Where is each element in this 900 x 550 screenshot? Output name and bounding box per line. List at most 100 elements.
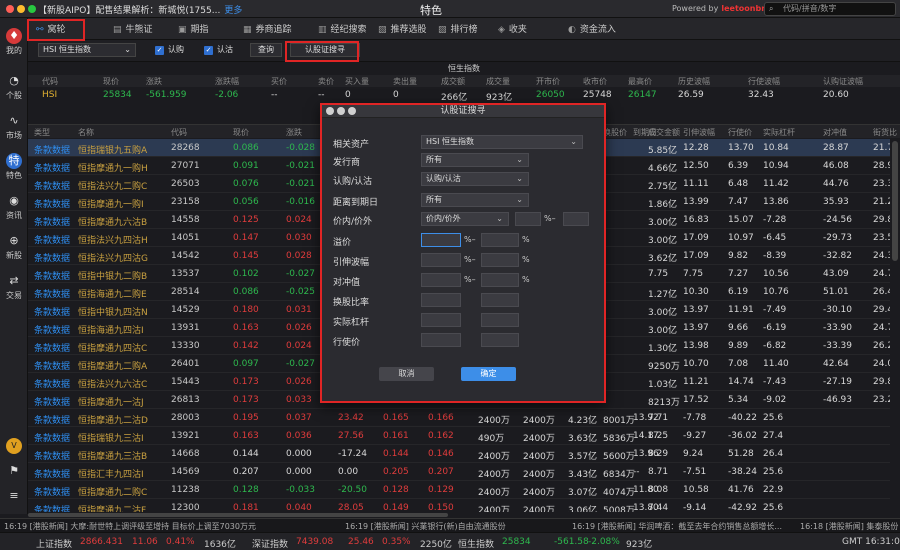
table-cell: 0.000 xyxy=(286,467,312,477)
underlying-header-row: 代码 现价 涨跌 涨跌幅 买价 卖价 买入量 卖出量 成交额 成交量 开市价 收市价 最高价 历史波幅 行使… xyxy=(28,75,900,87)
tab-8[interactable]: ◐ 资金流入 xyxy=(568,22,616,35)
search-input[interactable]: ⌕ 代码/拼音/数字 xyxy=(764,2,896,16)
dialog-minimize-button[interactable] xyxy=(337,107,345,115)
tab-3[interactable]: ▦ 券商追踪 xyxy=(243,22,292,35)
confirm-button[interactable]: 确定 xyxy=(461,367,516,381)
ticker-item[interactable]: 16:19 [港股新闻] 兴業银行(新)自由流通股份 xyxy=(345,521,506,532)
ticker-item[interactable]: 16:19 [港股新闻] 大摩:耐世特上调评级至增持 目标价上调至7030万元 xyxy=(4,521,256,532)
table-header-cell[interactable]: 代码 xyxy=(171,127,187,138)
app-window: 【新股AIPO】配售结果解析：新城悦(1755... 更多 特色 Powered … xyxy=(0,0,900,550)
notice-text[interactable]: 【新股AIPO】配售结果解析：新城悦(1755... xyxy=(38,6,220,16)
range-max-input[interactable] xyxy=(481,313,519,327)
scrollbar-thumb[interactable] xyxy=(28,513,448,517)
cancel-button[interactable]: 取消 xyxy=(379,367,434,381)
index-name[interactable]: 上证指数 xyxy=(36,537,72,550)
field-select[interactable]: HSI 恒生指数 ⌄ xyxy=(421,135,583,149)
range-min-input[interactable] xyxy=(421,313,461,327)
table-header-cell[interactable]: 涨跌 xyxy=(286,127,302,138)
tab-4[interactable]: ▥ 经纪搜索 xyxy=(318,22,367,35)
table-header-cell[interactable]: 实际杠杆 xyxy=(763,127,795,138)
sidebar-item-4[interactable]: ◉ 资讯 xyxy=(0,193,28,221)
call-checkbox[interactable]: ✓ 认购 xyxy=(155,44,184,55)
range-max-input[interactable] xyxy=(563,212,589,226)
table-header-cell[interactable]: 类型 xyxy=(34,127,50,138)
tab-6[interactable]: ▨ 排行榜 xyxy=(438,22,478,35)
sidebar-item-label: 我的 xyxy=(6,46,22,55)
range-max-input[interactable] xyxy=(481,333,519,347)
tab-1[interactable]: ▤ 牛熊证 xyxy=(113,22,153,35)
tab-5[interactable]: ▧ 推荐选股 xyxy=(378,22,427,35)
sidebar-item-1[interactable]: ◔ 个股 xyxy=(0,73,28,101)
index-name[interactable]: 深证指数 xyxy=(252,537,288,550)
field-select[interactable]: 所有 ⌄ xyxy=(421,153,529,167)
table-header-cell[interactable]: 成交金额 xyxy=(648,127,680,138)
field-select[interactable]: 所有 ⌄ xyxy=(421,193,529,207)
table-cell: 9.24 xyxy=(683,449,704,459)
close-window-button[interactable] xyxy=(6,5,14,13)
underlying-value-row[interactable]: HSI 25834 -561.959 -2.06 -- -- 0 0 266亿 923亿 26050… xyxy=(28,88,900,103)
range-max-input[interactable] xyxy=(481,293,519,307)
tab-icon: ▨ xyxy=(438,25,447,35)
index-name[interactable]: 恒生指数 xyxy=(458,537,494,550)
news-ticker[interactable]: 16:19 [港股新闻] 大摩:耐世特上调评级至增持 目标价上调至7030万元 1… xyxy=(0,518,900,532)
range-min-input[interactable] xyxy=(515,212,541,226)
tab-icon: ◈ xyxy=(498,25,505,35)
put-checkbox[interactable]: ✓ 认沽 xyxy=(204,44,233,55)
sidebar-item-0[interactable]: ♦ 我的 xyxy=(0,28,28,56)
range-min-input[interactable] xyxy=(421,273,461,287)
zoom-window-button[interactable] xyxy=(28,5,36,13)
warrant-screener-button[interactable]: 认股证搜寻 xyxy=(290,43,360,57)
sidebar-item-7[interactable]: V xyxy=(0,438,28,454)
table-cell: 29.4 xyxy=(873,305,890,315)
table-cell: -0.016 xyxy=(286,197,316,207)
table-cell: -36.02 xyxy=(728,431,758,441)
table-header-cell[interactable]: 对冲值 xyxy=(823,127,847,138)
table-header-cell[interactable]: 街货比 xyxy=(873,127,897,138)
ticker-item[interactable]: 16:19 [港股新闻] 华润啤酒：截至去年合约销售总额增长... xyxy=(572,521,782,532)
table-row[interactable]: 条款数据 恒指摩通九二沽D 28003 0.195 0.037 23.42 0.165 0.1… xyxy=(28,409,890,427)
vertical-scrollbar[interactable] xyxy=(890,139,900,517)
range-max-input[interactable] xyxy=(481,253,519,267)
field-select[interactable]: 价内/价外 ⌄ xyxy=(421,212,509,226)
sidebar-item-5[interactable]: ⊕ 新股 xyxy=(0,233,28,261)
range-min-input[interactable] xyxy=(421,253,461,267)
table-row[interactable]: 条款数据 恒指摩通九三沽B 14668 0.144 0.000 -17.24 0.144 0.… xyxy=(28,445,890,463)
minimize-window-button[interactable] xyxy=(17,5,25,13)
table-cell: -32.82 xyxy=(823,251,853,261)
sidebar-item-3[interactable]: 特特色 xyxy=(0,153,28,181)
table-row[interactable]: 条款数据 恒指摩通九二购C 11238 0.128 -0.033 -20.50 0.128 0… xyxy=(28,481,890,499)
query-button[interactable]: 查询 xyxy=(250,43,282,57)
tab-7[interactable]: ◈ 收夹 xyxy=(498,22,527,35)
sidebar-item-8[interactable]: ⚑ xyxy=(0,463,28,479)
table-header-cell[interactable]: 引伸波幅 xyxy=(683,127,715,138)
table-row[interactable]: 条款数据 恒指汇丰九四沽I 14569 0.207 0.000 0.00 0.205 0.20… xyxy=(28,463,890,481)
table-header-cell[interactable]: 名称 xyxy=(78,127,94,138)
dialog-close-button[interactable] xyxy=(326,107,334,115)
table-header-cell[interactable]: 现价 xyxy=(233,127,249,138)
sidebar-item-9[interactable]: ≡ xyxy=(0,488,28,504)
dialog-zoom-button[interactable] xyxy=(348,107,356,115)
range-max-input[interactable] xyxy=(481,233,519,247)
table-header-cell[interactable]: 换股价 xyxy=(603,127,627,138)
tab-0[interactable]: ⚯ 窝轮 xyxy=(36,22,66,35)
notice-banner[interactable]: 【新股AIPO】配售结果解析：新城悦(1755... 更多 xyxy=(38,3,242,16)
ticker-item[interactable]: 16:18 [港股新闻] 集泰股份 xyxy=(800,521,898,532)
sidebar-item-6[interactable]: ⇄ 交易 xyxy=(0,273,28,301)
table-row[interactable]: 条款数据 恒指瑞银九三沽I 13921 0.163 0.036 27.56 0.161 0.1… xyxy=(28,427,890,445)
sidebar-item-2[interactable]: ∿ 市场 xyxy=(0,113,28,141)
table-header-cell[interactable]: 行使价 xyxy=(728,127,752,138)
range-min-input[interactable] xyxy=(421,293,461,307)
scrollbar-thumb[interactable] xyxy=(892,141,898,261)
range-min-input[interactable] xyxy=(421,333,461,347)
range-label: 行使价 xyxy=(333,338,361,348)
table-cell: 11238 xyxy=(171,485,200,495)
range-min-input[interactable] xyxy=(421,233,461,247)
table-cell: 10.30 xyxy=(683,287,709,297)
tab-2[interactable]: ▣ 期指 xyxy=(178,22,209,35)
table-cell: 0.205 xyxy=(383,467,409,477)
table-cell: 13.97 xyxy=(683,323,709,333)
range-max-input[interactable] xyxy=(481,273,519,287)
field-select[interactable]: 认购/认沽 ⌄ xyxy=(421,172,529,186)
underlying-select[interactable]: HSI 恒生指数 ⌄ xyxy=(38,43,136,57)
notice-more-link[interactable]: 更多 xyxy=(224,6,242,16)
